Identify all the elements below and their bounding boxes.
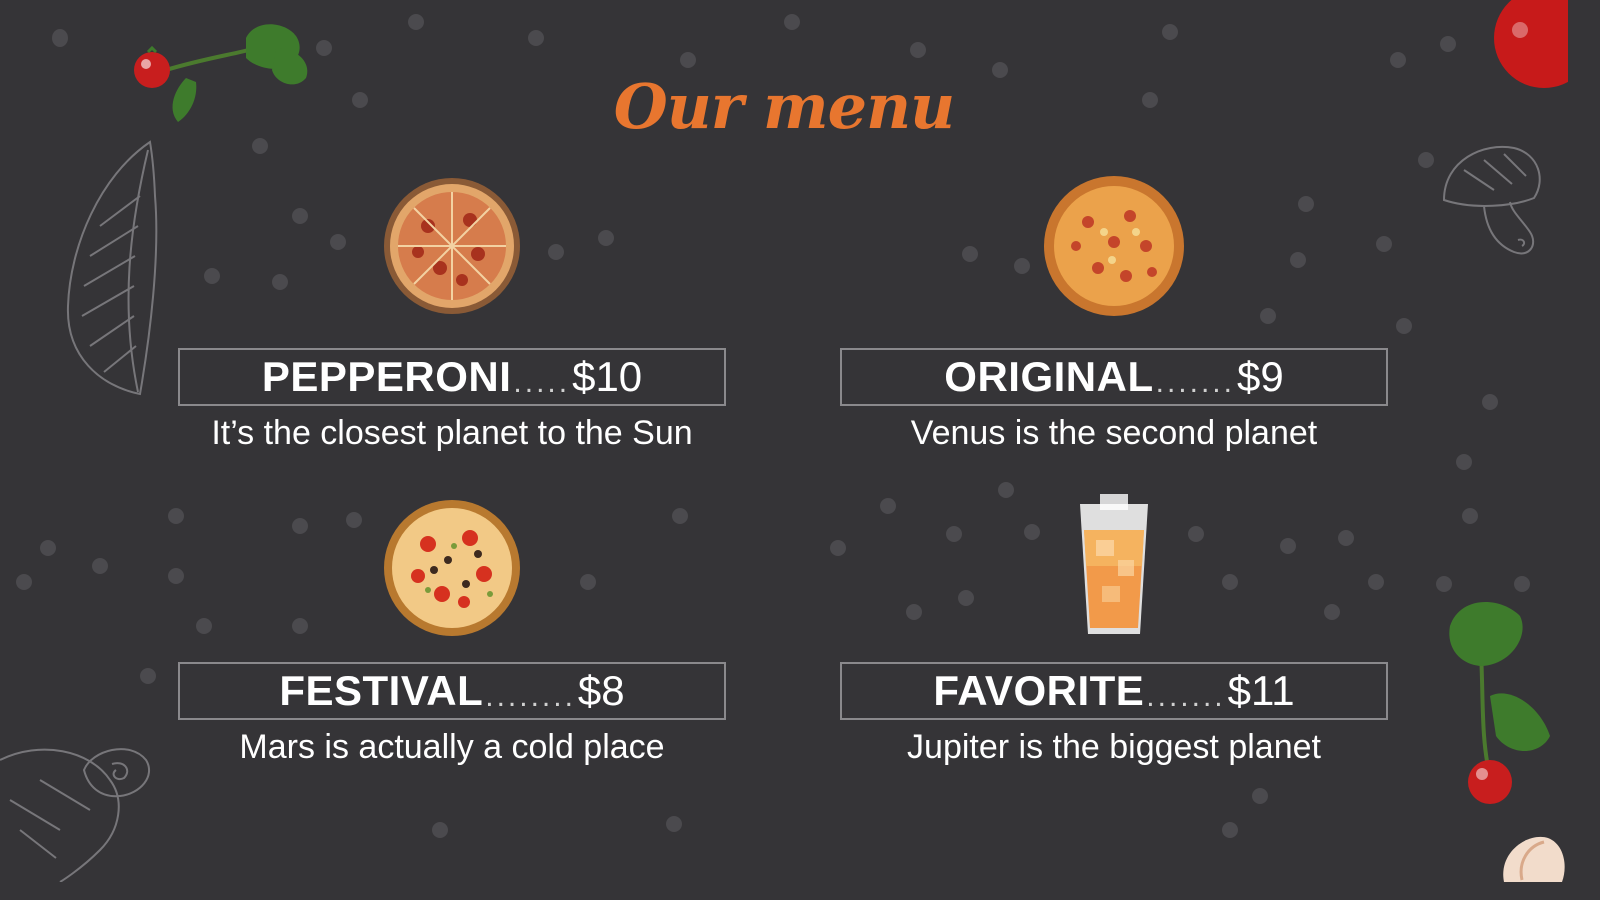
menu-item-name: PEPPERONI (261, 353, 512, 400)
menu-item-price: $9 (1236, 353, 1284, 400)
price-leader-dots: ....... (1155, 366, 1235, 399)
mushroom-sketch-icon (1442, 145, 1541, 255)
menu-item-header: ORIGINAL ....... $9 (840, 348, 1388, 406)
juice-glass-icon (1080, 494, 1148, 634)
menu-item-description: Jupiter is the biggest planet (907, 728, 1321, 766)
festival-pizza-icon (384, 500, 520, 636)
pepperoni-pizza-icon (384, 178, 520, 314)
menu-item-header: FAVORITE ....... $11 (840, 662, 1388, 720)
parsley-tomato-icon (1449, 602, 1550, 804)
menu-item-description: Mars is actually a cold place (239, 728, 665, 766)
original-pizza-icon (1044, 176, 1184, 316)
menu-item-price: $8 (577, 667, 625, 714)
menu-item-name: FESTIVAL (279, 667, 484, 714)
price-leader-dots: ....... (1146, 680, 1226, 713)
leaf-sketch-icon (66, 140, 158, 396)
menu-item-price: $10 (572, 353, 643, 400)
menu-item-name: FAVORITE (933, 667, 1145, 714)
menu-item-description: Venus is the second planet (910, 414, 1318, 452)
menu-title: Our menu (613, 70, 956, 143)
price-leader-dots: ........ (485, 680, 576, 713)
menu-item-description: It’s the closest planet to the Sun (211, 414, 693, 452)
mushroom-sketch-icon (0, 748, 150, 882)
menu-item-header: PEPPERONI ..... $10 (178, 348, 726, 406)
menu-item-name: ORIGINAL (944, 353, 1154, 400)
menu-item-header: FESTIVAL ........ $8 (178, 662, 726, 720)
garlic-icon (1503, 836, 1565, 882)
price-leader-dots: ..... (513, 366, 571, 399)
menu-item-price: $11 (1227, 667, 1295, 714)
